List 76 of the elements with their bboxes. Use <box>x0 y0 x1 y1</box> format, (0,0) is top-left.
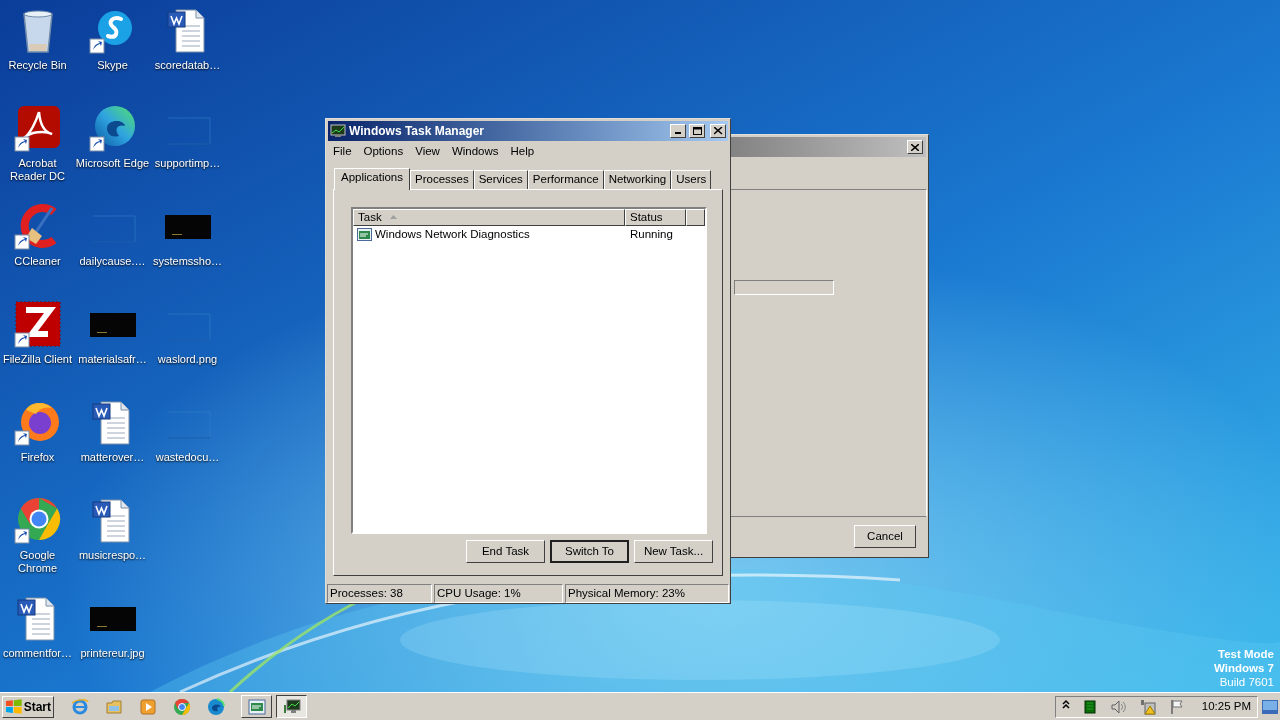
icon-label[interactable]: CCleaner <box>14 255 61 268</box>
menu-item[interactable]: Windows <box>447 143 503 161</box>
media-player-icon[interactable] <box>139 697 157 716</box>
pdf-reader-icon[interactable] <box>13 104 62 152</box>
start-button[interactable]: Start <box>2 695 54 718</box>
system-notice-text: Build 7601 <box>1219 675 1274 689</box>
tab[interactable]: Users <box>671 169 712 189</box>
minimize-icon <box>675 132 681 135</box>
status-bar-field: Physical Memory: 23% <box>565 584 729 603</box>
column-header[interactable]: Task <box>353 208 625 226</box>
menu-item[interactable]: File <box>329 143 356 161</box>
maximize-icon <box>692 126 702 135</box>
app-window-icon <box>247 698 266 715</box>
maximize-button[interactable] <box>689 123 705 138</box>
network-warning-icon[interactable] <box>1139 698 1156 715</box>
dialog-button[interactable]: Switch To <box>550 539 629 563</box>
icon-label[interactable]: Microsoft Edge <box>75 157 150 170</box>
monitor-icon <box>330 123 346 138</box>
close-icon <box>713 126 723 135</box>
system-notice-text: Test Mode <box>1218 647 1274 661</box>
cpu-meter-icon[interactable] <box>1083 698 1096 715</box>
close-button[interactable] <box>710 123 726 138</box>
dialog-button[interactable]: New Task... <box>634 539 713 563</box>
input-field[interactable] <box>734 280 834 295</box>
icon-label[interactable]: commentfor… <box>2 647 73 660</box>
dialog-button[interactable]: End Task <box>466 539 545 563</box>
monitor-chart-icon <box>282 698 301 715</box>
icon-label[interactable]: FileZilla Client <box>2 353 73 366</box>
cancel-button[interactable]: Cancel <box>854 525 916 548</box>
icon-label[interactable]: printereur.jpg <box>80 647 145 660</box>
menu-item[interactable]: Options <box>359 143 408 161</box>
icon-label[interactable]: dailycause.… <box>79 255 146 268</box>
app-window-icon <box>357 228 372 242</box>
close-icon <box>911 143 919 151</box>
table-cell-text: Windows Network Diagnostics <box>375 227 530 243</box>
menu-item[interactable]: View <box>411 143 444 161</box>
column-header[interactable]: Status <box>625 208 686 226</box>
icon-label[interactable]: Firefox <box>20 451 55 464</box>
icon-label[interactable]: waslord.png <box>157 353 218 366</box>
chrome-icon[interactable] <box>13 496 62 544</box>
tab[interactable]: Services <box>473 169 528 189</box>
menu-item[interactable]: Help <box>506 143 539 161</box>
tab[interactable]: Applications <box>334 167 410 190</box>
speaker-icon[interactable] <box>1109 698 1126 715</box>
icon-label[interactable]: matterover… <box>80 451 145 464</box>
icon-label[interactable]: materialsafr… <box>78 353 147 366</box>
icon-label[interactable]: Recycle Bin <box>8 59 67 72</box>
icon-label[interactable]: Acrobat Reader DC <box>10 157 65 183</box>
icon-label[interactable]: supportimp… <box>154 157 221 170</box>
minimize-button[interactable] <box>670 123 686 138</box>
icon-label[interactable]: musicrespo… <box>78 549 147 562</box>
status-bar-field: Processes: 38 <box>327 584 432 603</box>
tab[interactable]: Networking <box>603 169 672 189</box>
filezilla-icon[interactable] <box>13 300 62 348</box>
system-notice-text: Windows 7 <box>1214 661 1274 675</box>
tab[interactable]: Performance <box>527 169 604 189</box>
chrome-icon[interactable] <box>173 697 191 716</box>
tab[interactable]: Processes <box>410 169 474 189</box>
close-button[interactable] <box>907 140 923 154</box>
icon-label[interactable]: scoredatab… <box>154 59 221 72</box>
icon-label[interactable]: Google Chrome <box>17 549 58 575</box>
clock[interactable]: 10:25 PM <box>1201 697 1251 716</box>
task-manager-task[interactable] <box>276 695 307 718</box>
windows-logo-icon <box>5 698 23 715</box>
action-center-flag-icon[interactable] <box>1169 698 1184 715</box>
edge-browser-icon[interactable] <box>207 697 225 716</box>
window-title: Windows Task Manager <box>349 122 486 140</box>
icon-label[interactable]: Skype <box>97 59 128 72</box>
icon-label[interactable]: systemssho… <box>152 255 223 268</box>
column-header[interactable] <box>686 208 705 226</box>
edge-browser-icon[interactable] <box>88 104 137 152</box>
table-cell-text: Running <box>629 227 673 243</box>
status-bar-field: CPU Usage: 1% <box>434 584 563 603</box>
icon-label[interactable]: wastedocu… <box>155 451 220 464</box>
show-desktop-button[interactable] <box>1262 699 1278 714</box>
network-diagnostics-task[interactable] <box>241 695 272 718</box>
